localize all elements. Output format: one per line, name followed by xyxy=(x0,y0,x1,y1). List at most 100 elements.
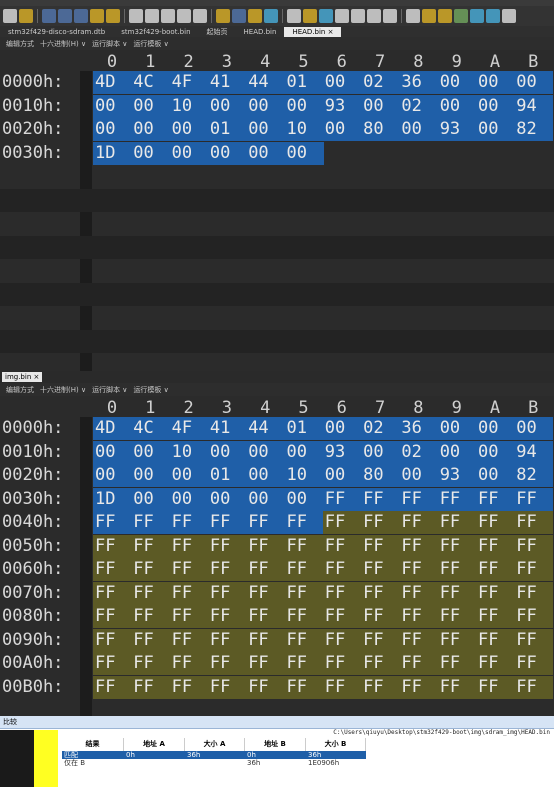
bookmark-icon[interactable] xyxy=(422,9,436,23)
hex-byte[interactable]: 80 xyxy=(361,464,401,487)
hex-byte[interactable]: 00 xyxy=(322,118,362,141)
hex-byte[interactable]: 00 xyxy=(131,464,171,487)
hex-byte[interactable]: FF xyxy=(399,628,439,652)
hex-byte[interactable]: FF xyxy=(246,581,286,605)
hex-byte[interactable]: FF xyxy=(284,652,324,675)
hex-byte[interactable]: FF xyxy=(437,534,477,558)
save-all-icon[interactable] xyxy=(74,9,88,23)
goto-icon[interactable] xyxy=(264,9,278,23)
open-folder-icon[interactable] xyxy=(19,9,33,23)
hex-byte[interactable]: 94 xyxy=(514,94,554,118)
hex-byte[interactable]: FF xyxy=(476,605,515,628)
hex-byte[interactable]: 00 xyxy=(169,464,209,487)
tab-boot-bin[interactable]: stm32f429-boot.bin xyxy=(113,27,198,37)
hex-byte[interactable]: FF xyxy=(131,605,171,628)
hex-byte[interactable]: 00 xyxy=(207,94,247,118)
top-hex-editor[interactable]: 编辑方式 十六进制(H) ∨ 运行脚本 ∨ 运行模板 ∨ 0123456789A… xyxy=(0,37,554,371)
hex-byte[interactable]: FF xyxy=(361,581,401,605)
hex-byte[interactable]: FF xyxy=(361,511,401,534)
header-size-b[interactable]: 大小 B xyxy=(306,738,366,751)
hex-row[interactable] xyxy=(0,165,554,188)
calculator-icon[interactable] xyxy=(454,9,468,23)
hex-byte[interactable]: FF xyxy=(284,675,324,699)
hex-byte[interactable]: 00 xyxy=(207,141,247,165)
hex-byte[interactable]: 00 xyxy=(476,94,515,118)
hex-byte[interactable]: FF xyxy=(437,487,477,511)
hex-byte[interactable]: 00 xyxy=(246,118,286,141)
hex-byte[interactable]: FF xyxy=(437,558,477,581)
hex-byte[interactable]: 93 xyxy=(322,440,362,464)
hex-byte[interactable]: FF xyxy=(93,605,132,628)
hex-byte[interactable]: 00 xyxy=(284,141,324,165)
hex-byte[interactable]: FF xyxy=(399,558,439,581)
hex-byte[interactable]: 82 xyxy=(514,464,554,487)
hex-byte[interactable]: FF xyxy=(246,534,286,558)
hex-row[interactable]: 0000h: 4D 4C 4F 41 44 01 00 02 36 00 00 00 xyxy=(0,71,554,94)
hex-byte[interactable]: 00 xyxy=(361,94,401,118)
hex-byte[interactable]: FF xyxy=(476,558,515,581)
hex-byte[interactable]: FF xyxy=(246,511,286,534)
hex-byte[interactable]: FF xyxy=(169,558,209,581)
hex-byte[interactable]: 01 xyxy=(207,118,247,141)
hex-byte[interactable]: 00 xyxy=(514,71,554,94)
hex-byte[interactable]: FF xyxy=(399,605,439,628)
char-set-icon[interactable] xyxy=(335,9,349,23)
hex-byte[interactable]: FF xyxy=(399,487,439,511)
hex-byte[interactable]: FF xyxy=(284,534,324,558)
hex-byte[interactable] xyxy=(514,142,553,165)
hex-byte[interactable]: 00 xyxy=(93,464,132,487)
hex-byte[interactable]: 00 xyxy=(284,487,324,511)
tab-dtb-file[interactable]: stm32f429-disco-sdram.dtb xyxy=(0,27,113,37)
hex-rows[interactable]: 0000h: 4D 4C 4F 41 44 01 00 02 36 00 00 00 0010h: 00 00… xyxy=(0,71,554,371)
hex-byte[interactable]: 00 xyxy=(246,141,286,165)
hex-byte[interactable]: 00 xyxy=(169,487,209,511)
hex-byte[interactable]: FF xyxy=(322,581,362,605)
hex-byte[interactable]: 00 xyxy=(246,440,286,464)
hex-byte[interactable]: FF xyxy=(169,675,209,699)
run-script-dropdown[interactable]: 运行脚本 ∨ xyxy=(92,385,127,395)
hex-byte[interactable]: 00 xyxy=(476,464,515,487)
hex-byte[interactable]: 4D xyxy=(93,417,132,440)
hex-byte[interactable]: FF xyxy=(207,605,247,628)
hex-byte[interactable]: 4F xyxy=(169,71,209,94)
hex-row[interactable]: 0020h: 00 00 00 01 00 10 00 80 00 93 00 82 xyxy=(0,464,554,487)
paste-icon[interactable] xyxy=(161,9,175,23)
hex-byte[interactable]: 00 xyxy=(131,94,171,118)
hex-byte[interactable]: FF xyxy=(246,628,286,652)
hex-byte[interactable]: 82 xyxy=(514,118,554,141)
redo-icon[interactable] xyxy=(193,9,207,23)
hex-row[interactable]: 0010h: 00 00 10 00 00 00 93 00 02 00 00 94 xyxy=(0,440,554,464)
histogram-icon[interactable] xyxy=(470,9,484,23)
hex-byte[interactable]: 00 xyxy=(131,118,171,141)
compare-icon[interactable] xyxy=(438,9,452,23)
hex-byte[interactable]: FF xyxy=(284,511,324,534)
hex-mode-dropdown[interactable]: 十六进制(H) ∨ xyxy=(40,385,86,395)
hex-byte[interactable]: FF xyxy=(131,628,171,652)
script-icon[interactable] xyxy=(486,9,500,23)
hex-row[interactable] xyxy=(0,329,554,353)
hex-byte[interactable]: 4C xyxy=(131,71,171,94)
hex-row[interactable] xyxy=(0,699,554,716)
hex-row[interactable]: 00B0h: FF FF FF FF FF FF FF FF FF FF FF FF xyxy=(0,675,554,699)
hex-byte[interactable]: FF xyxy=(437,511,477,534)
tab-head-bin-active[interactable]: HEAD.bin × xyxy=(284,27,342,37)
hex-byte[interactable]: FF xyxy=(514,511,554,534)
hex-byte[interactable]: 10 xyxy=(169,94,209,118)
hex-byte[interactable]: FF xyxy=(207,675,247,699)
hex-byte[interactable]: 00 xyxy=(207,440,247,464)
hex-byte[interactable]: 00 xyxy=(437,417,477,440)
hex-byte[interactable]: 00 xyxy=(514,417,554,440)
hex-byte[interactable]: FF xyxy=(514,534,554,558)
hex-byte[interactable]: 1D xyxy=(93,487,132,511)
tab-img-bin[interactable]: img.bin × xyxy=(2,372,43,382)
hex-byte[interactable]: 00 xyxy=(131,487,171,511)
paragraph-icon[interactable] xyxy=(351,9,365,23)
hex-byte[interactable]: FF xyxy=(93,652,132,675)
hex-row[interactable] xyxy=(0,212,554,235)
hex-byte[interactable]: FF xyxy=(246,605,286,628)
save-icon[interactable] xyxy=(42,9,56,23)
hex-byte[interactable]: 00 xyxy=(93,440,132,464)
hex-row[interactable] xyxy=(0,188,554,212)
hex-byte[interactable]: 00 xyxy=(476,440,515,464)
hex-byte[interactable] xyxy=(438,142,477,165)
